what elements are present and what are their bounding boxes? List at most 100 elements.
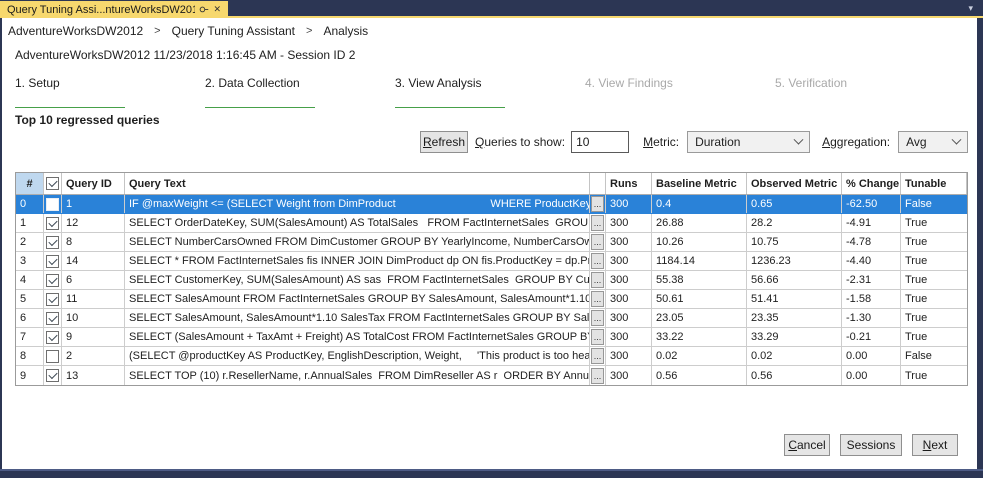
metric-selected-value: Duration xyxy=(695,135,741,149)
query-text-cell: (SELECT @productKey AS ProductKey, Engli… xyxy=(125,347,590,365)
table-row[interactable]: 5 11 SELECT SalesAmount FROM FactInterne… xyxy=(16,290,967,309)
tunable-cell: True xyxy=(905,331,928,343)
header-baseline-metric[interactable]: Baseline Metric xyxy=(652,173,747,194)
baseline-metric-cell: 55.38 xyxy=(652,271,747,289)
table-row[interactable]: 4 6 SELECT CustomerKey, SUM(SalesAmount)… xyxy=(16,271,967,290)
regressed-queries-table: # Query ID Query Text Runs Baseline Metr… xyxy=(15,172,968,386)
table-row[interactable]: 0 1 IF @maxWeight <= (SELECT Weight from… xyxy=(16,195,967,214)
header-observed-metric[interactable]: Observed Metric xyxy=(747,173,842,194)
baseline-metric-cell: 33.22 xyxy=(652,328,747,346)
query-id-cell: 12 xyxy=(62,214,125,232)
row-checkbox-cell[interactable] xyxy=(44,309,62,327)
breadcrumb-separator: > xyxy=(154,25,161,37)
table-row[interactable]: 9 13 SELECT TOP (10) r.ResellerName, r.A… xyxy=(16,366,967,385)
metric-label: Metric: xyxy=(643,135,680,149)
query-detail-button[interactable]: ... xyxy=(591,367,604,384)
header-query-text[interactable]: Query Text xyxy=(125,173,590,194)
query-detail-button[interactable]: ... xyxy=(591,272,604,288)
select-all-checkbox[interactable] xyxy=(46,177,59,190)
next-button[interactable]: Next xyxy=(912,434,958,456)
tunable-cell: True xyxy=(905,293,928,305)
tunable-cell: True xyxy=(905,369,928,382)
runs-cell: 300 xyxy=(606,309,652,327)
cancel-button[interactable]: Cancel xyxy=(784,434,830,456)
query-id-cell: 11 xyxy=(62,290,125,308)
step-progress-underline xyxy=(205,107,315,108)
query-detail-button[interactable]: ... xyxy=(591,329,604,345)
runs-cell: 300 xyxy=(606,366,652,385)
row-checkbox-cell[interactable] xyxy=(44,271,62,289)
row-checkbox-cell[interactable] xyxy=(44,347,62,365)
header-query-id[interactable]: Query ID xyxy=(62,173,125,194)
row-checkbox-cell[interactable] xyxy=(44,328,62,346)
document-tab[interactable]: Query Tuning Assi...ntureWorksDW2012] ⚲ … xyxy=(0,1,228,18)
row-checkbox-cell[interactable] xyxy=(44,290,62,308)
query-detail-cell: ... xyxy=(590,252,606,270)
queries-to-show-input[interactable] xyxy=(571,131,630,153)
step-setup: 1. Setup xyxy=(15,76,205,108)
query-text-cell: SELECT CustomerKey, SUM(SalesAmount) AS … xyxy=(125,271,590,289)
row-checkbox-cell[interactable] xyxy=(44,252,62,270)
table-row[interactable]: 1 12 SELECT OrderDateKey, SUM(SalesAmoun… xyxy=(16,214,967,233)
metric-dropdown[interactable]: Duration xyxy=(687,131,811,153)
row-checkbox[interactable] xyxy=(46,235,59,249)
breadcrumb-item-assistant[interactable]: Query Tuning Assistant xyxy=(172,24,295,38)
aggregation-dropdown[interactable]: Avg xyxy=(898,131,968,153)
header-pct-change[interactable]: % Change xyxy=(842,173,901,194)
step-view-analysis: 3. View Analysis xyxy=(395,76,585,108)
breadcrumb-item-analysis[interactable]: Analysis xyxy=(323,24,368,38)
row-number-cell: 5 xyxy=(16,290,44,308)
pct-change-cell: -1.58 xyxy=(842,290,901,308)
row-checkbox-cell[interactable] xyxy=(44,195,62,213)
footer-buttons: Cancel Sessions Next xyxy=(784,434,958,456)
row-number-cell: 9 xyxy=(16,366,44,385)
header-runs[interactable]: Runs xyxy=(606,173,652,194)
window-left-border xyxy=(0,18,2,478)
query-detail-button[interactable]: ... xyxy=(591,348,604,364)
row-checkbox-cell[interactable] xyxy=(44,366,62,385)
breadcrumb-item-database[interactable]: AdventureWorksDW2012 xyxy=(8,24,143,38)
row-number-cell: 3 xyxy=(16,252,44,270)
pct-change-cell: -2.31 xyxy=(842,271,901,289)
pin-icon[interactable]: ⚲ xyxy=(199,6,210,13)
row-checkbox[interactable] xyxy=(46,197,59,211)
baseline-metric-cell: 50.61 xyxy=(652,290,747,308)
query-detail-button[interactable]: ... xyxy=(591,215,604,231)
header-tunable[interactable]: Tunable xyxy=(901,173,967,194)
query-detail-button[interactable]: ... xyxy=(591,253,604,269)
query-detail-cell: ... xyxy=(590,366,606,385)
refresh-button[interactable]: Refresh xyxy=(420,131,468,153)
table-row[interactable]: 7 9 SELECT (SalesAmount + TaxAmt + Freig… xyxy=(16,328,967,347)
sessions-button[interactable]: Sessions xyxy=(840,434,902,456)
query-detail-button[interactable]: ... xyxy=(591,196,604,212)
table-row[interactable]: 3 14 SELECT * FROM FactInternetSales fis… xyxy=(16,252,967,271)
table-row[interactable]: 8 2 (SELECT @productKey AS ProductKey, E… xyxy=(16,347,967,366)
row-checkbox[interactable] xyxy=(46,311,59,325)
pct-change-cell: -4.40 xyxy=(842,252,901,270)
observed-metric-cell: 56.66 xyxy=(747,271,842,289)
query-text-cell: SELECT SalesAmount, SalesAmount*1.10 Sal… xyxy=(125,309,590,327)
row-checkbox[interactable] xyxy=(46,254,59,268)
close-icon[interactable]: ✕ xyxy=(213,4,221,15)
query-detail-button[interactable]: ... xyxy=(591,234,604,250)
row-checkbox[interactable] xyxy=(46,216,59,230)
table-row[interactable]: 6 10 SELECT SalesAmount, SalesAmount*1.1… xyxy=(16,309,967,328)
query-detail-button[interactable]: ... xyxy=(591,291,604,307)
row-checkbox[interactable] xyxy=(46,349,59,363)
row-checkbox-cell[interactable] xyxy=(44,233,62,251)
header-select-all[interactable] xyxy=(44,173,62,194)
query-detail-button[interactable]: ... xyxy=(591,310,604,326)
table-row[interactable]: 2 8 SELECT NumberCarsOwned FROM DimCusto… xyxy=(16,233,967,252)
row-checkbox-cell[interactable] xyxy=(44,214,62,232)
header-row-number[interactable]: # xyxy=(16,173,44,194)
tunable-cell: False xyxy=(905,350,932,362)
row-checkbox[interactable] xyxy=(46,273,59,287)
row-checkbox[interactable] xyxy=(46,369,59,382)
chevron-down-icon xyxy=(793,134,804,145)
aggregation-label: Aggregation: xyxy=(822,135,891,149)
row-number-cell: 8 xyxy=(16,347,44,365)
row-checkbox[interactable] xyxy=(46,330,59,344)
row-checkbox[interactable] xyxy=(46,292,59,306)
tab-list-chevron-icon[interactable]: ▾ xyxy=(968,3,973,14)
step-progress-underline xyxy=(15,107,125,108)
